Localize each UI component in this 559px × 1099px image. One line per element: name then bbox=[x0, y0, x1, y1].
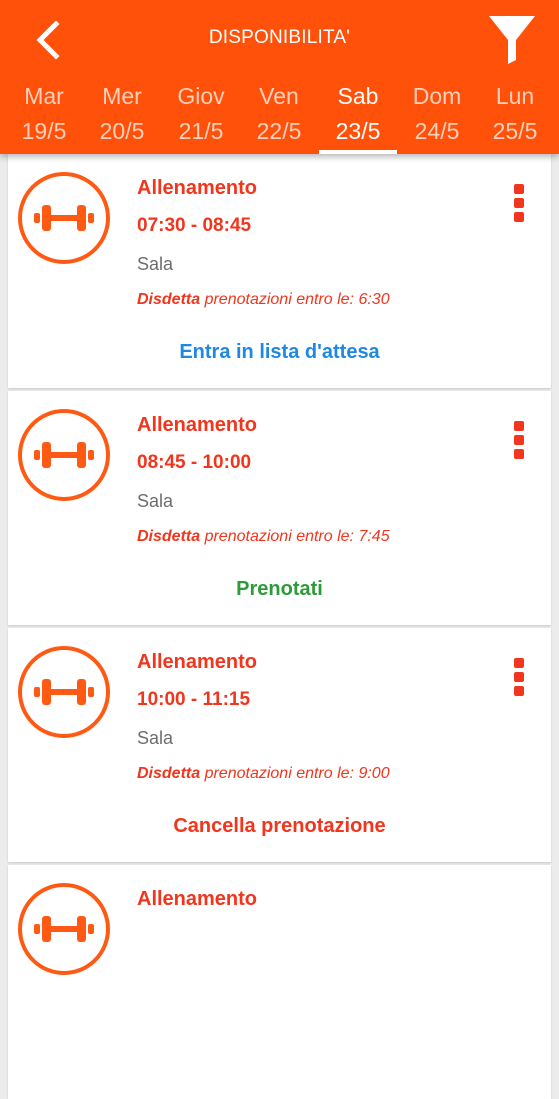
day-tab-name: Ven bbox=[259, 83, 299, 109]
day-tab-date: 21/5 bbox=[178, 118, 224, 144]
slot-time: 08:45 - 10:00 bbox=[137, 452, 252, 473]
more-vertical-icon bbox=[514, 435, 524, 445]
more-vertical-icon bbox=[514, 686, 524, 696]
cancellation-note-text: prenotazioni entro le: 6:30 bbox=[200, 291, 390, 308]
more-vertical-icon bbox=[514, 449, 524, 459]
slot-avatar bbox=[18, 883, 110, 975]
slot-avatar bbox=[18, 646, 110, 738]
day-tab-name: Lun bbox=[495, 83, 535, 109]
cancellation-note: Disdetta prenotazioni entro le: 7:45 bbox=[137, 528, 390, 546]
cancellation-note-text: prenotazioni entro le: 7:45 bbox=[200, 528, 390, 545]
slot-avatar bbox=[18, 409, 110, 501]
more-vertical-icon bbox=[514, 421, 524, 431]
slot-avatar bbox=[18, 172, 110, 264]
cancellation-note-label: Disdetta bbox=[137, 528, 201, 545]
slot-title: Allenamento bbox=[137, 414, 258, 436]
cancellation-note: Disdetta prenotazioni entro le: 6:30 bbox=[137, 291, 390, 309]
more-vertical-icon bbox=[514, 184, 524, 194]
day-tab-dom[interactable]: Dom 24/5 bbox=[398, 78, 476, 154]
slot-menu-button[interactable] bbox=[508, 658, 530, 698]
slot-title: Allenamento bbox=[137, 177, 258, 199]
day-tab-name: Mar bbox=[24, 83, 64, 109]
more-vertical-icon bbox=[514, 198, 524, 208]
active-day-indicator bbox=[319, 150, 397, 154]
day-tab-date: 23/5 bbox=[335, 118, 381, 144]
day-selector: Mar 19/5 Mer 20/5 Giov 21/5 Ven 22/5 Sab 23/5 Dom 2… bbox=[0, 78, 559, 154]
page-title: DISPONIBILITA' bbox=[208, 27, 351, 48]
slot-action-button[interactable]: Entra in lista d'attesa bbox=[8, 341, 551, 364]
slot-menu-button[interactable] bbox=[508, 184, 530, 224]
day-tab-name: Dom bbox=[412, 83, 462, 109]
cancellation-note-label: Disdetta bbox=[137, 291, 201, 308]
more-vertical-icon bbox=[514, 212, 524, 222]
slot-room: Sala bbox=[137, 728, 174, 748]
slot-room: Sala bbox=[137, 254, 174, 274]
cancellation-note: Disdetta prenotazioni entro le: 9:00 bbox=[137, 765, 390, 783]
day-tab-mar[interactable]: Mar 19/5 bbox=[5, 78, 83, 154]
slot-time: 07:30 - 08:45 bbox=[137, 215, 252, 236]
more-vertical-icon bbox=[514, 658, 524, 668]
day-tab-date: 24/5 bbox=[414, 118, 460, 144]
day-tab-ven[interactable]: Ven 22/5 bbox=[240, 78, 318, 154]
slot-card: Allenamento 08:45 - 10:00 Sala Disdetta pre… bbox=[8, 391, 551, 625]
app-header: DISPONIBILITA' Mar 19/5 Mer 20/5 Giov 21/5 Ven… bbox=[0, 0, 559, 154]
slot-action-button[interactable]: Prenotati bbox=[8, 578, 551, 601]
filter-funnel-icon bbox=[489, 16, 535, 64]
day-tab-mer[interactable]: Mer 20/5 bbox=[83, 78, 161, 154]
slot-menu-button[interactable] bbox=[508, 421, 530, 461]
dumbbell-icon bbox=[34, 679, 94, 705]
cancellation-note-label: Disdetta bbox=[137, 765, 201, 782]
slot-card: Allenamento bbox=[8, 865, 551, 1099]
day-tab-date: 19/5 bbox=[21, 118, 67, 144]
day-tab-name: Mer bbox=[102, 83, 142, 109]
slot-time: 10:00 - 11:15 bbox=[137, 689, 251, 710]
dumbbell-icon bbox=[34, 442, 94, 468]
day-tab-date: 25/5 bbox=[492, 118, 538, 144]
day-tab-giov[interactable]: Giov 21/5 bbox=[162, 78, 240, 154]
slot-action-button[interactable]: Cancella prenotazione bbox=[8, 815, 551, 838]
dumbbell-icon bbox=[34, 205, 94, 231]
slot-title: Allenamento bbox=[137, 651, 258, 673]
more-vertical-icon bbox=[514, 672, 524, 682]
filter-button[interactable] bbox=[486, 12, 538, 66]
slot-room: Sala bbox=[137, 491, 174, 511]
cancellation-note-text: prenotazioni entro le: 9:00 bbox=[200, 765, 390, 782]
day-tab-date: 20/5 bbox=[99, 118, 145, 144]
day-tab-name: Giov bbox=[177, 83, 225, 109]
day-tab-sab[interactable]: Sab 23/5 bbox=[319, 78, 397, 154]
dumbbell-icon bbox=[34, 916, 94, 942]
day-tab-lun[interactable]: Lun 25/5 bbox=[476, 78, 554, 154]
day-tab-date: 22/5 bbox=[256, 118, 302, 144]
day-tab-name: Sab bbox=[337, 83, 379, 109]
slot-card: Allenamento 10:00 - 11:15 Sala Disdetta pre… bbox=[8, 628, 551, 862]
slot-card: Allenamento 07:30 - 08:45 Sala Disdetta pre… bbox=[8, 154, 551, 388]
